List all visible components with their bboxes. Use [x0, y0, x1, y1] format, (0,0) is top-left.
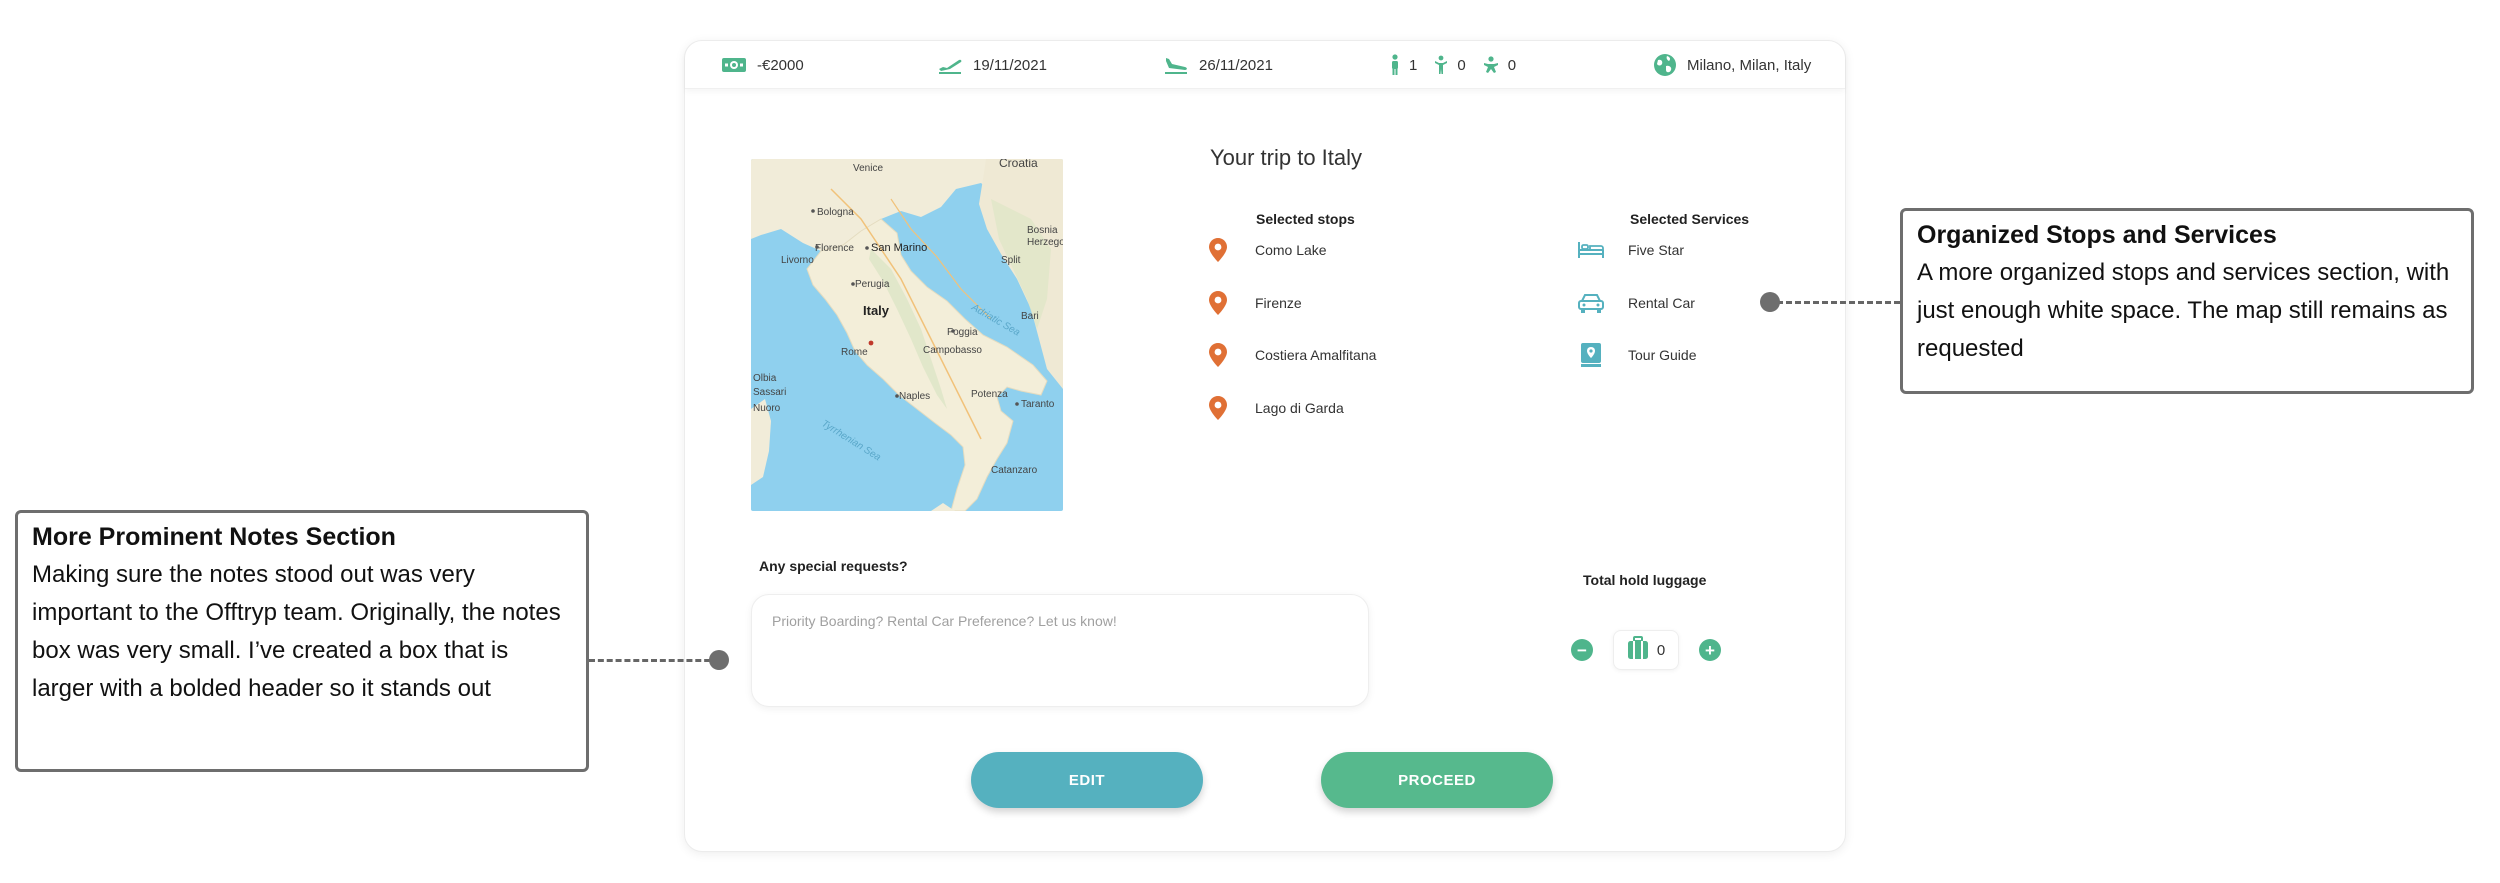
- map-label-sassari: Sassari: [753, 387, 786, 398]
- car-icon: [1576, 292, 1606, 314]
- right-annotation-box: Organized Stops and Services A more orga…: [1900, 208, 2474, 394]
- location-text: Milano, Milan, Italy: [1687, 56, 1812, 74]
- luggage-count-box: 0: [1613, 630, 1679, 670]
- service-label: Rental Car: [1628, 295, 1695, 311]
- edit-button[interactable]: EDIT: [971, 752, 1203, 808]
- rome-capital-dot: [868, 340, 874, 346]
- infants-count: 0: [1507, 56, 1517, 74]
- map-label-bosnia: Bosnia: [1027, 225, 1058, 236]
- budget-value: -€2000: [757, 56, 804, 74]
- city-dot: [1015, 402, 1019, 406]
- map-label-san-marino: San Marino: [871, 242, 927, 254]
- child-icon: [1433, 55, 1449, 75]
- map-label-herzego: Herzego: [1027, 237, 1063, 248]
- location-pin-icon: [1203, 290, 1233, 316]
- city-dot: [815, 245, 819, 249]
- left-annotation-dot: [709, 650, 729, 670]
- stop-label: Como Lake: [1255, 242, 1327, 258]
- cash-icon: [721, 56, 747, 74]
- budget-item: -€2000: [721, 41, 804, 89]
- children-count: 0: [1457, 56, 1466, 74]
- service-item[interactable]: Rental Car: [1576, 288, 1695, 318]
- map-guide-icon: [1576, 341, 1606, 369]
- location-pin-icon: [1203, 395, 1233, 421]
- location-pin-icon: [1203, 342, 1233, 368]
- luggage-stepper: − 0 +: [1571, 628, 1721, 672]
- service-item[interactable]: Five Star: [1576, 235, 1684, 265]
- depart-date: 19/11/2021: [973, 56, 1047, 74]
- infant-icon: [1482, 55, 1500, 75]
- location-pin-icon: [1203, 237, 1233, 263]
- luggage-increase-button[interactable]: +: [1699, 639, 1721, 661]
- trip-info-bar: -€2000 19/11/2021 26/11/2021 1 0 0 Milan…: [685, 41, 1845, 89]
- map-label-perugia: Perugia: [855, 279, 890, 290]
- map-label-bari: Bari: [1021, 311, 1039, 322]
- map-label-olbia: Olbia: [753, 373, 777, 384]
- map-label-bologna: Bologna: [817, 207, 854, 218]
- stop-item[interactable]: Como Lake: [1203, 235, 1327, 265]
- map-label-split: Split: [1001, 255, 1021, 266]
- city-dot: [811, 209, 815, 213]
- map-label-foggia: Foggia: [947, 327, 978, 338]
- trip-summary-card: -€2000 19/11/2021 26/11/2021 1 0 0 Milan…: [684, 40, 1846, 852]
- left-annotation-body: Making sure the notes stood out was very…: [32, 561, 561, 702]
- city-dot: [865, 246, 869, 250]
- stop-label: Lago di Garda: [1255, 400, 1344, 416]
- bed-icon: [1576, 240, 1606, 260]
- map-label-venice: Venice: [853, 163, 883, 174]
- service-label: Tour Guide: [1628, 347, 1697, 363]
- travellers-item: 1 0 0: [1389, 41, 1516, 89]
- map-label-potenza: Potenza: [971, 389, 1008, 400]
- map-label-taranto: Taranto: [1021, 399, 1055, 410]
- location-item: Milano, Milan, Italy: [1653, 41, 1811, 89]
- left-annotation-title: More Prominent Notes Section: [32, 523, 396, 551]
- luggage-count: 0: [1656, 641, 1666, 659]
- stop-label: Costiera Amalfitana: [1255, 347, 1377, 363]
- map-label-campobasso: Campobasso: [923, 345, 982, 356]
- map-label-nuoro: Nuoro: [753, 403, 781, 414]
- city-dot: [851, 282, 855, 286]
- map-label-country: Italy: [863, 303, 890, 318]
- globe-icon: [1653, 53, 1677, 77]
- italy-map[interactable]: Croatia Venice Bologna San Marino Livorn…: [751, 159, 1063, 511]
- map-label-rome: Rome: [841, 347, 868, 358]
- adults-count: 1: [1409, 56, 1418, 74]
- plane-landing-icon: [1163, 55, 1189, 75]
- left-annotation-box: More Prominent Notes Section Making sure…: [15, 510, 589, 772]
- service-item[interactable]: Tour Guide: [1576, 340, 1696, 370]
- left-annotation-connector: [589, 659, 719, 662]
- return-date: 26/11/2021: [1199, 56, 1273, 74]
- adult-icon: [1389, 54, 1401, 76]
- return-date-item: 26/11/2021: [1163, 41, 1273, 89]
- service-label: Five Star: [1628, 242, 1685, 258]
- city-dot: [895, 394, 899, 398]
- luggage-decrease-button[interactable]: −: [1571, 639, 1593, 661]
- special-requests-label: Any special requests?: [759, 558, 908, 574]
- suitcase-icon: [1627, 636, 1649, 664]
- selected-stops-title: Selected stops: [1256, 211, 1355, 227]
- hold-luggage-label: Total hold luggage: [1583, 572, 1707, 588]
- map-label-florence: Florence: [815, 243, 854, 254]
- map-label-livorno: Livorno: [781, 255, 814, 266]
- depart-date-item: 19/11/2021: [937, 41, 1047, 89]
- right-annotation-dot: [1760, 292, 1780, 312]
- proceed-button[interactable]: PROCEED: [1321, 752, 1553, 808]
- stop-item[interactable]: Costiera Amalfitana: [1203, 340, 1376, 370]
- special-requests-input[interactable]: [751, 594, 1369, 707]
- plane-takeoff-icon: [937, 55, 963, 75]
- right-annotation-connector: [1768, 301, 1900, 304]
- right-annotation-title: Organized Stops and Services: [1917, 221, 2277, 249]
- city-dot: [951, 329, 955, 333]
- stop-label: Firenze: [1255, 295, 1302, 311]
- right-annotation-body: A more organized stops and services sect…: [1917, 259, 2450, 362]
- stop-item[interactable]: Firenze: [1203, 288, 1302, 318]
- trip-title: Your trip to Italy: [1209, 145, 1363, 170]
- stop-item[interactable]: Lago di Garda: [1203, 393, 1344, 423]
- selected-services-title: Selected Services: [1630, 211, 1750, 227]
- map-label-naples: Naples: [899, 391, 930, 402]
- map-label-catanzaro: Catanzaro: [991, 465, 1038, 476]
